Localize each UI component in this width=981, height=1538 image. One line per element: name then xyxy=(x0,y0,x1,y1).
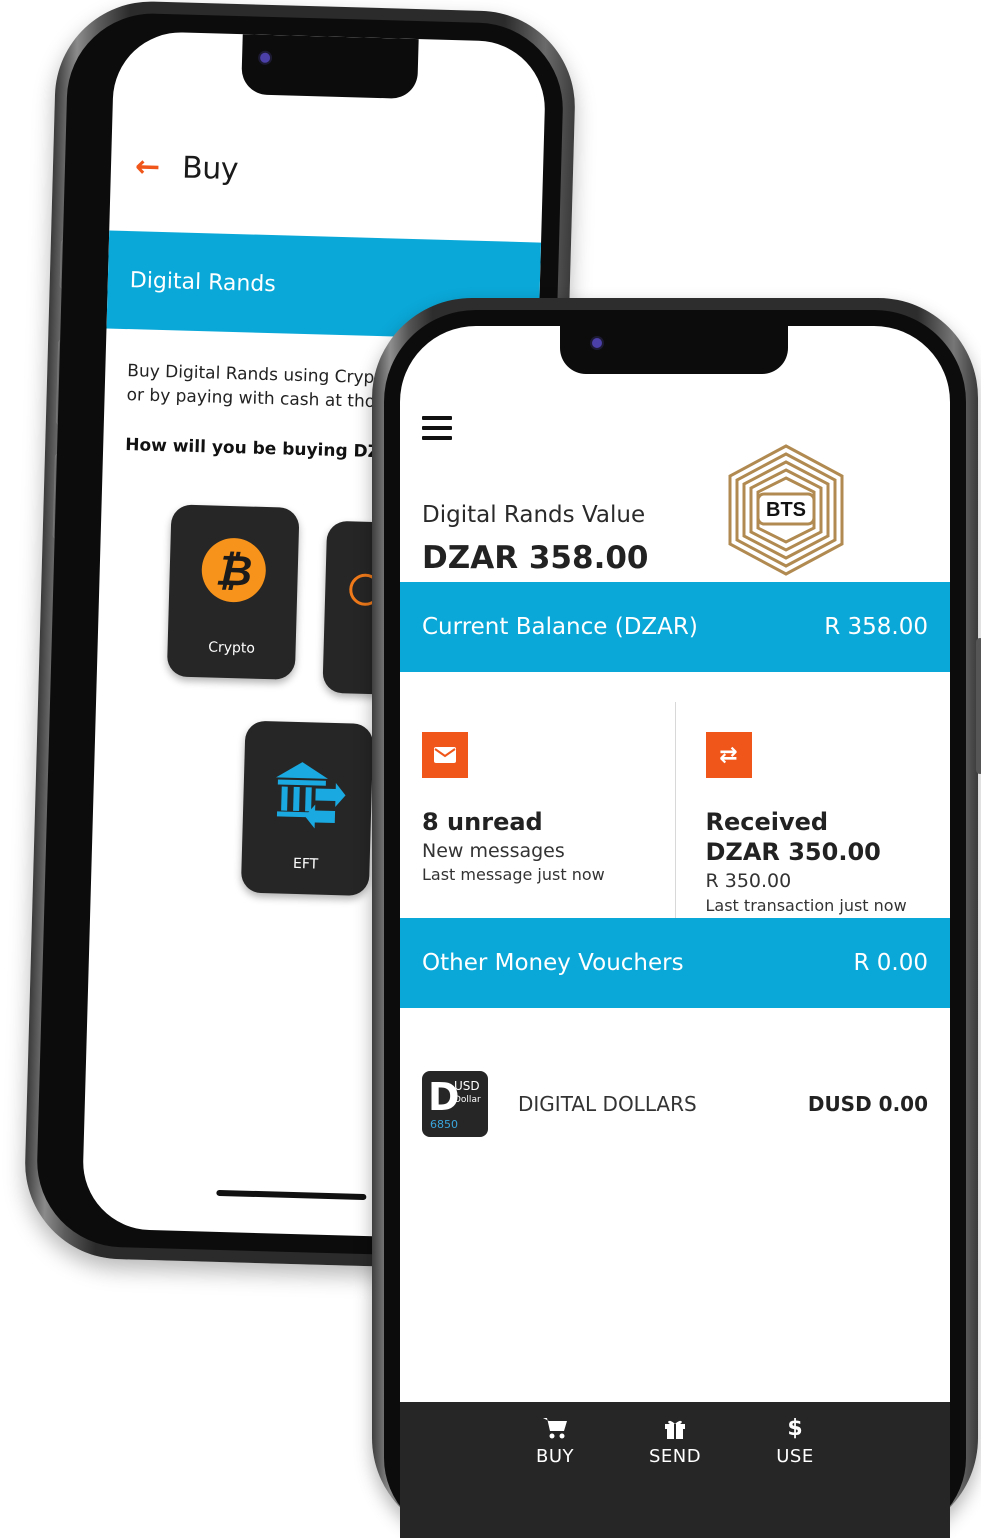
bottom-navigation: BUY SEND $ USE xyxy=(400,1402,950,1538)
exchange-arrows-icon: ⇄ xyxy=(705,732,752,778)
vouchers-amount: R 0.00 xyxy=(853,950,928,976)
nav-label-send: SEND xyxy=(648,1446,702,1467)
transaction-amount: DZAR 350.00 xyxy=(705,838,881,866)
cart-icon xyxy=(495,1416,615,1442)
balance-label: Current Balance (DZAR) xyxy=(422,614,698,640)
digital-dollar-logo: D USD Dollar 6850 xyxy=(422,1071,488,1137)
bitcoin-icon: ₿ xyxy=(200,537,267,604)
bank-transfer-icon xyxy=(276,762,346,829)
messages-label: New messages xyxy=(422,840,565,862)
logo-number: 6850 xyxy=(430,1118,458,1131)
unread-count: 8 unread xyxy=(422,808,543,836)
bts-logo: BTS xyxy=(728,444,844,576)
eft-option-tile[interactable]: EFT xyxy=(240,720,374,897)
last-message: Last message just now xyxy=(422,865,605,884)
home-screen: Digital Rands Value DZAR 358.00 BTS Curr… xyxy=(400,326,950,1538)
band-title: Digital Rands xyxy=(129,267,277,297)
nav-use[interactable]: $ USE xyxy=(735,1402,855,1538)
transaction-card[interactable]: ⇄ Received DZAR 350.00 R 350.00 Last tra… xyxy=(674,702,951,946)
envelope-icon xyxy=(422,732,468,778)
summary-cards: 8 unread New messages Last message just … xyxy=(400,702,950,946)
value-label: Digital Rands Value xyxy=(422,502,646,528)
camera-dot xyxy=(592,338,602,348)
voucher-name: DIGITAL DOLLARS xyxy=(518,1092,697,1116)
nav-send[interactable]: SEND xyxy=(615,1402,735,1538)
tile-label-crypto: Crypto xyxy=(208,639,256,657)
home-indicator xyxy=(216,1189,367,1201)
page-title: Buy xyxy=(181,150,239,188)
dollar-icon: $ xyxy=(787,1416,803,1441)
gift-icon xyxy=(615,1416,735,1442)
nav-label-use: USE xyxy=(776,1446,814,1467)
transaction-rand-amount: R 350.00 xyxy=(705,870,792,892)
power-button xyxy=(976,638,981,774)
buy-header: ← Buy xyxy=(135,149,239,187)
vouchers-label: Other Money Vouchers xyxy=(422,950,684,976)
value-amount: DZAR 358.00 xyxy=(422,540,649,576)
last-transaction: Last transaction just now xyxy=(705,896,907,915)
back-phone-notch xyxy=(241,34,419,100)
voucher-value: DUSD 0.00 xyxy=(807,1092,928,1116)
logo-sub: Dollar xyxy=(454,1095,481,1105)
other-vouchers-band[interactable]: Other Money Vouchers R 0.00 xyxy=(400,918,950,1008)
messages-card[interactable]: 8 unread New messages Last message just … xyxy=(400,702,675,946)
logo-text: BTS xyxy=(766,499,806,521)
logo-code: USD xyxy=(454,1079,480,1093)
voucher-row-digital-dollars[interactable]: D USD Dollar 6850 DIGITAL DOLLARS DUSD 0… xyxy=(422,1070,928,1138)
nav-buy[interactable]: BUY xyxy=(495,1402,615,1538)
tile-label-eft: EFT xyxy=(292,855,319,873)
balance-amount: R 358.00 xyxy=(824,614,928,640)
camera-dot xyxy=(259,52,271,63)
back-arrow-icon[interactable]: ← xyxy=(135,149,161,185)
nav-label-buy: BUY xyxy=(535,1446,575,1467)
hamburger-menu-icon[interactable] xyxy=(422,416,452,446)
current-balance-band[interactable]: Current Balance (DZAR) R 358.00 xyxy=(400,582,950,672)
front-phone-notch xyxy=(560,326,788,374)
transaction-title: Received xyxy=(705,808,829,836)
front-phone: Digital Rands Value DZAR 358.00 BTS Curr… xyxy=(372,298,981,1538)
crypto-option-tile[interactable]: ₿ Crypto xyxy=(166,504,300,680)
